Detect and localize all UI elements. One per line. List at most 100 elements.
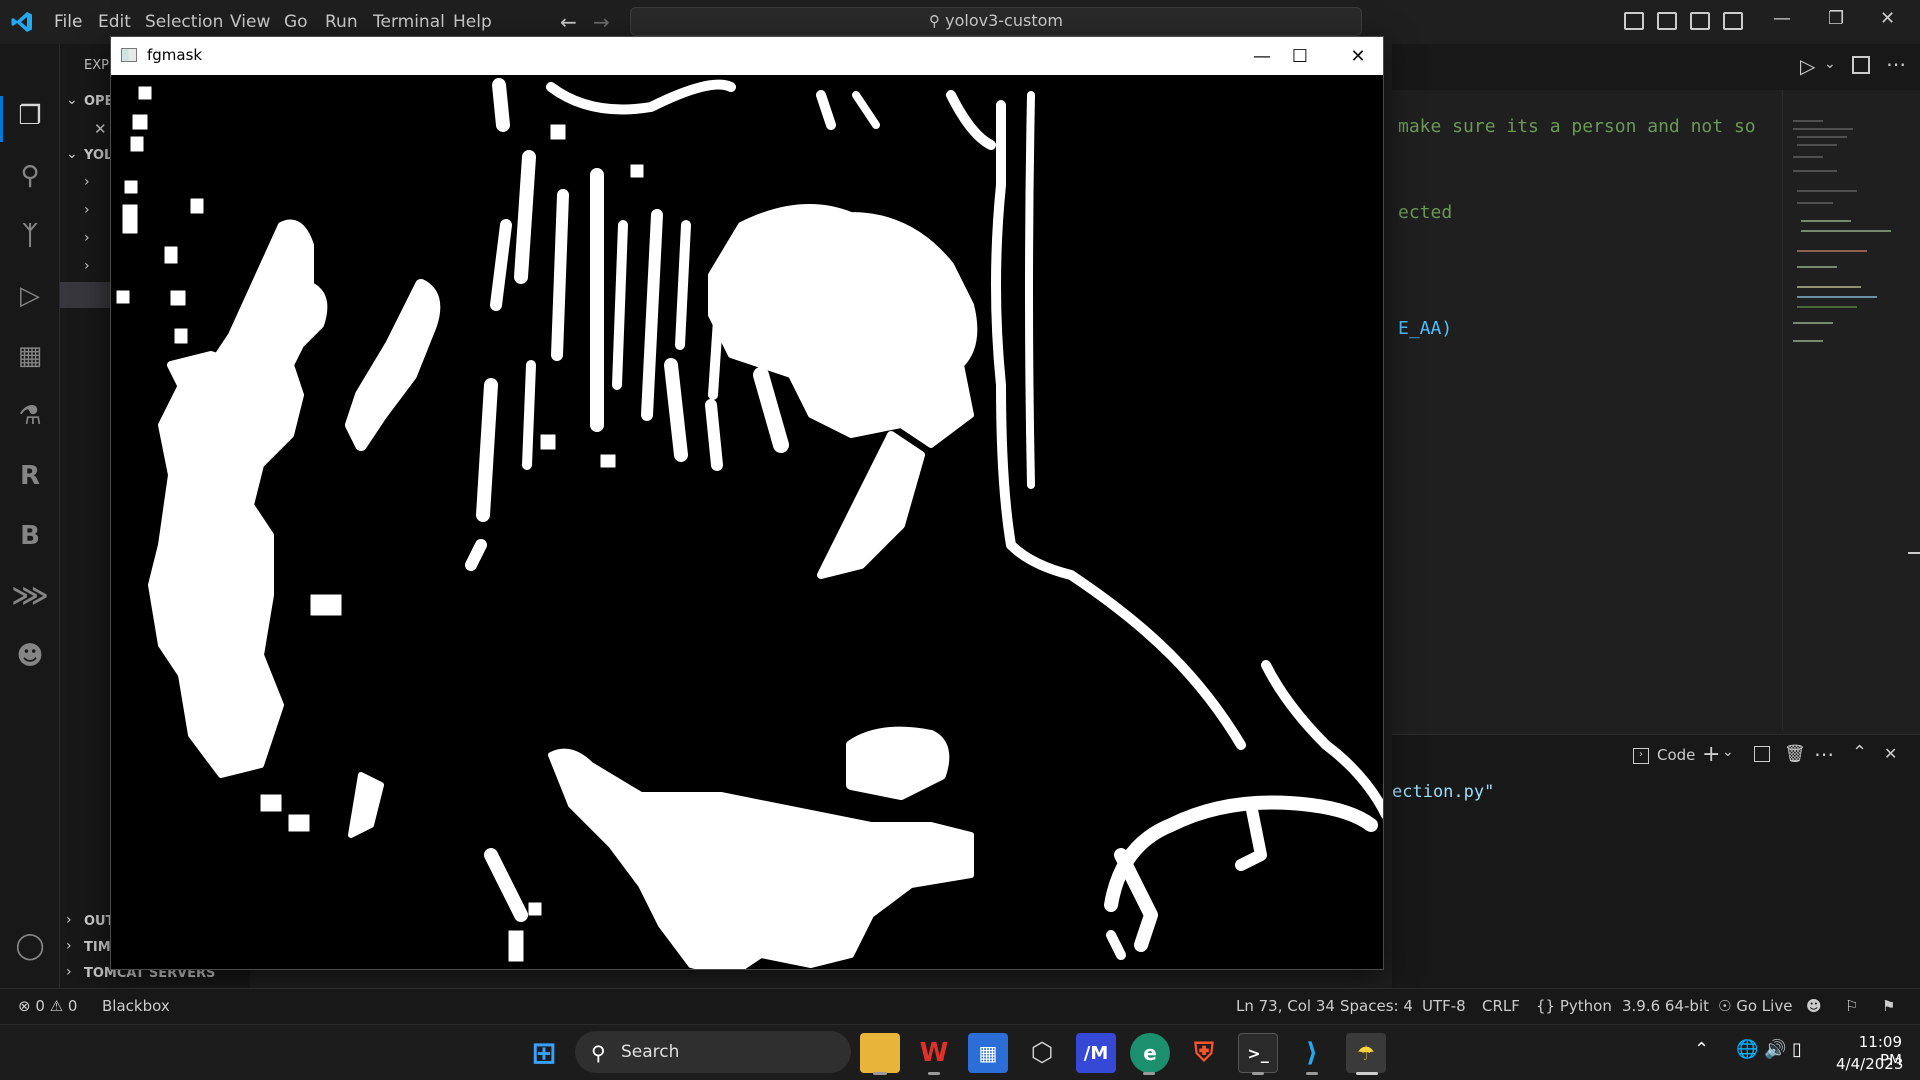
clock-date[interactable]: 4/4/2023 [1836,1055,1903,1073]
terminal-name[interactable]: Code [1657,746,1695,764]
close-icon[interactable]: ✕ [1335,41,1381,71]
more-actions-icon[interactable]: ⋯ [1886,52,1906,76]
r-icon[interactable]: R [12,458,48,494]
language-mode[interactable]: {} Python [1536,997,1612,1015]
battery-icon[interactable]: ▯ [1792,1039,1802,1060]
fgmask-window[interactable]: fgmask — ☐ ✕ [110,36,1384,970]
menu-selection[interactable]: Selection [145,12,223,32]
language-globe-icon[interactable]: 🌐 [1736,1039,1758,1060]
minimize-icon[interactable]: — [1773,8,1791,29]
editor-scrollbar[interactable] [1902,90,1920,730]
explorer-icon[interactable]: ❐ [12,98,48,134]
taskbar-search[interactable]: ⚲ Search [575,1031,851,1073]
customize-layout-icon[interactable] [1723,12,1743,30]
windows-start-icon[interactable]: ⊞ [524,1033,564,1073]
chevron-right-icon[interactable]: › [66,938,72,954]
terminal-icon[interactable]: ⋙ [12,578,49,614]
unity-icon[interactable]: ⬡ [1022,1033,1062,1073]
fgmask-titlebar[interactable]: fgmask — ☐ ✕ [111,37,1383,75]
minimap[interactable] [1782,90,1902,730]
account-icon[interactable]: ◯ [12,928,48,964]
menu-edit[interactable]: Edit [98,12,131,32]
chevron-right-icon[interactable]: › [84,174,90,190]
notifications-bell-icon[interactable]: ⚑ [1882,997,1895,1015]
source-control-icon[interactable]: ᛉ [12,218,48,254]
volume-icon[interactable]: 🔊 [1764,1039,1786,1060]
split-editor-icon[interactable] [1852,56,1870,74]
chevron-right-icon[interactable]: › [66,964,72,980]
toggle-panel-icon[interactable] [1657,12,1677,30]
foreground-mask-image [111,75,1383,969]
trash-icon[interactable]: 🗑 [1784,744,1806,764]
blackbox-status[interactable]: Blackbox [102,997,170,1015]
terminal-app-icon[interactable]: >_ [1238,1033,1278,1073]
blackbox-icon[interactable]: B [12,518,48,554]
microsoft-store-icon[interactable]: ▦ [968,1033,1008,1073]
status-bar: ⊗ 0 ⚠ 0 Blackbox Ln 73, Col 34 Spaces: 4… [0,988,1920,1024]
command-center[interactable]: ⚲ yolov3-custom [630,7,1362,36]
edge-browser-icon[interactable]: e [1130,1033,1170,1073]
menu-terminal[interactable]: Terminal [373,12,445,32]
chevron-down-icon[interactable]: ⌄ [66,92,78,108]
nav-forward-arrow-icon[interactable]: → [593,10,610,34]
extensions-icon[interactable]: ▦ [12,338,48,374]
copilot-icon[interactable]: ☻ [12,638,48,674]
python-taskbar-icon[interactable]: ☂ [1346,1033,1386,1073]
chevron-down-icon[interactable]: ⌄ [1722,744,1734,760]
active-indicator [1356,1072,1378,1075]
wps-office-icon[interactable]: W [914,1033,954,1073]
testing-icon[interactable]: ⚗ [12,398,48,434]
run-debug-icon[interactable]: ▷ [12,278,48,314]
copilot-status-icon[interactable]: ☻ [1806,997,1822,1015]
new-terminal-plus-icon[interactable]: + [1702,742,1720,767]
vscode-taskbar-icon[interactable]: ⟩ [1292,1033,1332,1073]
chevron-right-icon[interactable]: › [84,230,90,246]
close-panel-icon[interactable]: ✕ [1884,744,1897,763]
file-explorer-icon[interactable] [860,1033,900,1073]
chevron-down-icon[interactable]: ⌄ [66,146,78,162]
toggle-primary-sidebar-icon[interactable] [1624,12,1644,30]
python-interpreter[interactable]: 3.9.6 64-bit [1622,997,1709,1015]
search-icon: ⚲ [591,1041,606,1065]
markdown-app-icon[interactable]: /M [1076,1033,1116,1073]
go-live-button[interactable]: ☉ Go Live [1718,997,1792,1015]
menu-file[interactable]: File [54,12,82,32]
running-indicator [1143,1072,1155,1075]
running-indicator [1252,1072,1264,1075]
error-icon: ⊗ [18,997,31,1015]
menu-view[interactable]: View [230,12,270,32]
run-python-file-icon[interactable]: ▷ [1800,54,1815,78]
chevron-right-icon[interactable]: › [84,258,90,274]
split-terminal-icon[interactable] [1754,746,1770,762]
close-editor-icon[interactable]: ✕ [94,120,107,138]
running-indicator [873,1072,887,1075]
search-icon[interactable]: ⚲ [12,158,48,194]
toggle-secondary-sidebar-icon[interactable] [1690,12,1710,30]
chevron-right-icon[interactable]: › [66,912,72,928]
restore-icon[interactable]: ❐ [1828,8,1844,29]
warning-icon: ⚠ [49,997,64,1015]
indentation-status[interactable]: Spaces: 4 [1340,997,1413,1015]
encoding-status[interactable]: UTF-8 [1422,997,1466,1015]
feedback-icon[interactable]: ⚐ [1845,997,1858,1015]
eol-status[interactable]: CRLF [1482,997,1520,1015]
maximize-icon[interactable]: ☐ [1277,41,1323,71]
close-icon[interactable]: ✕ [1880,8,1895,29]
show-hidden-icons-chevron-up-icon[interactable]: ⌃ [1694,1039,1709,1060]
vscode-logo-icon[interactable] [10,10,34,34]
problems-indicator[interactable]: ⊗ 0 ⚠ 0 [18,997,77,1015]
nav-back-arrow-icon[interactable]: ← [560,10,577,34]
chevron-down-icon[interactable]: ⌄ [1824,56,1836,72]
folder-header[interactable]: YOL [84,148,112,163]
cursor-position[interactable]: Ln 73, Col 34 [1236,997,1335,1015]
timeline-header[interactable]: TIM [84,940,111,955]
code-editor[interactable]: make sure its a person and not so ected … [1392,90,1782,730]
terminal-output[interactable]: ection.py" [1392,782,1494,802]
menu-help[interactable]: Help [453,12,492,32]
chevron-right-icon[interactable]: › [84,202,90,218]
brave-browser-icon[interactable]: ⛨ [1184,1033,1224,1073]
menu-go[interactable]: Go [284,12,308,32]
more-actions-icon[interactable]: ⋯ [1814,742,1834,766]
menu-run[interactable]: Run [325,12,358,32]
maximize-panel-chevron-up-icon[interactable]: ⌃ [1852,742,1867,763]
